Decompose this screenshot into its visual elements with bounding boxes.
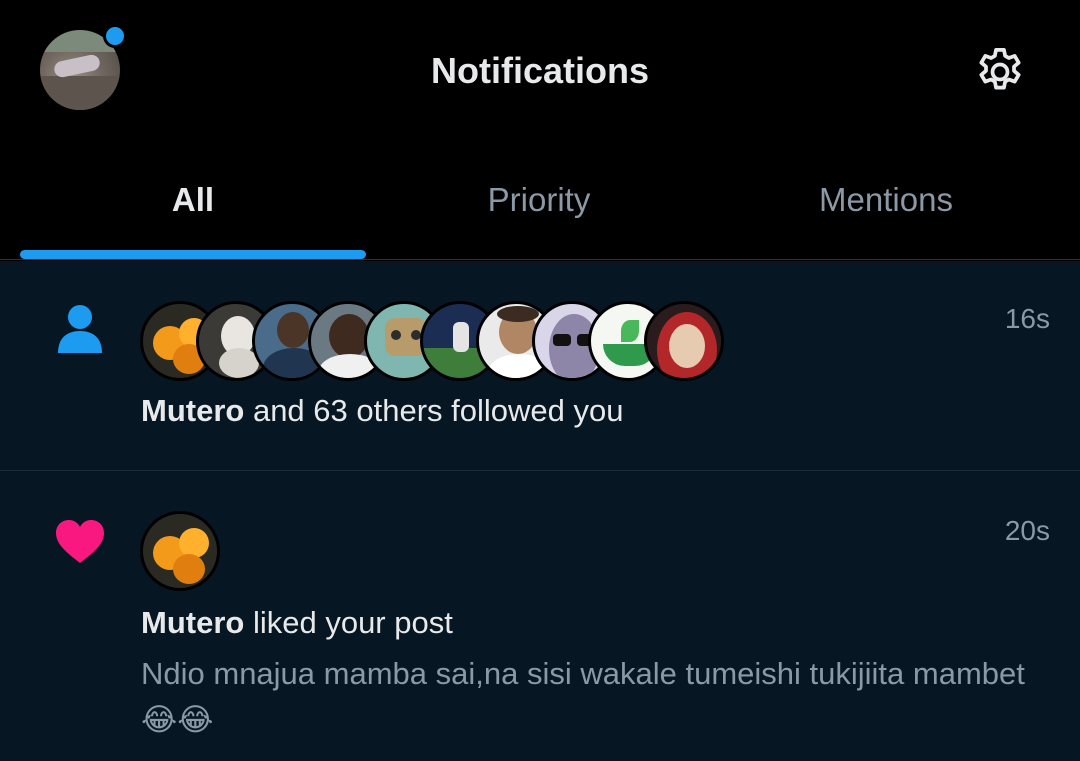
notification-tabs: All Priority Mentions: [0, 140, 1080, 260]
notification-feed: 16s Mutero and 63 others followed you 20…: [0, 261, 1080, 761]
post-preview-text[interactable]: Ndio mnajua mamba sai,na sisi wakale tum…: [141, 651, 1041, 743]
tab-priority[interactable]: Priority: [366, 140, 712, 260]
tab-mentions[interactable]: Mentions: [713, 140, 1059, 260]
follower-avatar-mask[interactable]: [644, 301, 724, 381]
liker-avatar-oranges[interactable]: [140, 511, 220, 591]
notification-text: and 63 others followed you: [252, 393, 624, 428]
notification-message: Mutero and 63 others followed you: [141, 393, 624, 429]
notification-time: 16s: [1004, 303, 1050, 334]
tab-all[interactable]: All: [20, 140, 366, 260]
page-title: Notifications: [430, 50, 649, 91]
notification-time: 20s: [1004, 515, 1050, 546]
active-tab-indicator: [20, 250, 366, 259]
notification-text: liked your post: [252, 605, 453, 640]
notification-item-follow[interactable]: 16s Mutero and 63 others followed you: [0, 261, 1080, 471]
actor-name[interactable]: Mutero: [141, 393, 244, 428]
actor-name[interactable]: Mutero: [141, 605, 244, 640]
top-app-bar: Notifications: [0, 0, 1080, 140]
heart-icon: [56, 520, 104, 563]
notification-message: Mutero liked your post: [141, 605, 453, 641]
unread-indicator-dot: [103, 24, 127, 48]
gear-icon[interactable]: [972, 44, 1028, 100]
person-icon: [58, 305, 102, 353]
